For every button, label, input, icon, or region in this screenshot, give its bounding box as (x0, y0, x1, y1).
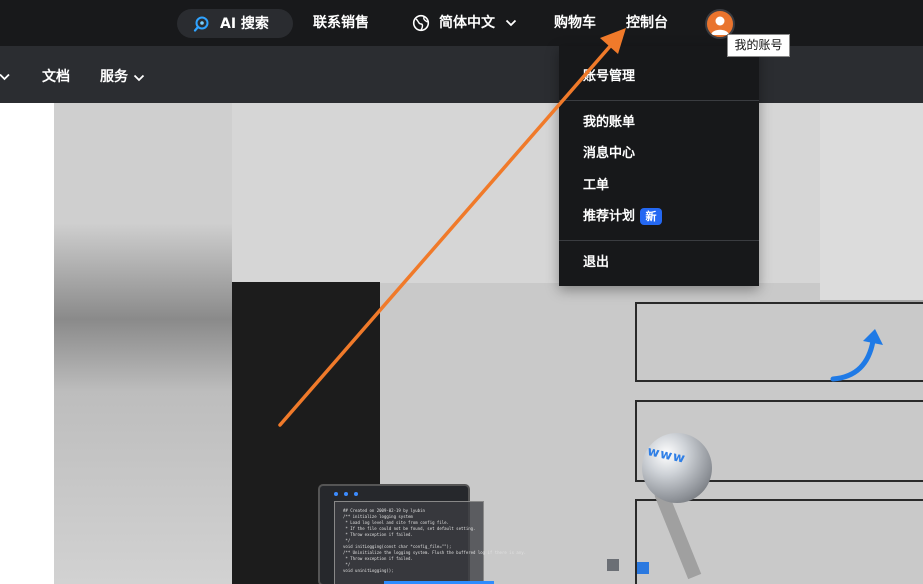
chevron-down-icon[interactable] (133, 74, 145, 82)
hero-gradient-wall (54, 103, 232, 584)
services-menu[interactable]: 服务 (100, 67, 128, 87)
ai-search-button[interactable]: AI 搜索 (177, 9, 293, 38)
menu-item-my-bills[interactable]: 我的账单 (583, 114, 635, 132)
chevron-down-icon[interactable] (0, 73, 12, 81)
contact-sales-link[interactable]: 联系销售 (313, 13, 369, 33)
docs-link[interactable]: 文档 (42, 67, 70, 87)
hero-banner: ## Created on 2009-02-19 by lyubin /** i… (54, 103, 923, 584)
menu-item-tickets[interactable]: 工单 (583, 177, 609, 195)
console-link[interactable]: 控制台 (626, 13, 668, 33)
hero-right-panel (820, 103, 923, 303)
hero-code-text: ## Created on 2009-02-19 by lyubin /** i… (343, 508, 527, 573)
ai-search-label: AI 搜索 (220, 15, 269, 32)
menu-divider (559, 240, 759, 241)
hero-globe-sphere (642, 433, 712, 503)
chevron-down-icon[interactable] (505, 19, 517, 27)
ai-search-icon (193, 16, 209, 32)
menu-item-referral-program[interactable]: 推荐计划 (583, 208, 635, 226)
menu-item-account-management[interactable]: 账号管理 (583, 68, 635, 86)
cube-icon (607, 559, 619, 571)
cart-link[interactable]: 购物车 (554, 13, 596, 33)
account-tooltip: 我的账号 (727, 34, 790, 57)
page-root: AI 搜索 联系销售 简体中文 购物车 控制台 文档 服务 ## Created… (0, 0, 923, 584)
new-badge: 新 (640, 208, 662, 225)
hero-code-panel: ## Created on 2009-02-19 by lyubin /** i… (334, 501, 527, 584)
account-dropdown-menu: 账号管理 我的账单 消息中心 工单 推荐计划 新 退出 (559, 46, 759, 286)
globe-icon[interactable] (412, 14, 430, 32)
blue-arrow-icon (830, 329, 883, 382)
menu-divider (559, 100, 759, 101)
cube-icon (637, 562, 649, 574)
language-selector[interactable]: 简体中文 (439, 13, 495, 33)
menu-item-logout[interactable]: 退出 (583, 254, 609, 272)
menu-item-message-center[interactable]: 消息中心 (583, 145, 635, 163)
